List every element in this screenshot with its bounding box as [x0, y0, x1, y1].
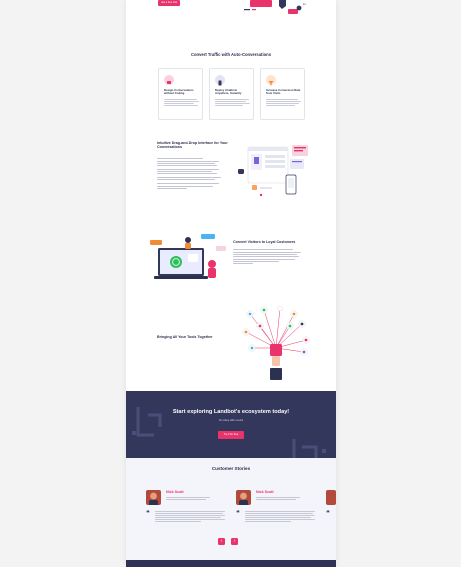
- integrations-section-title: Bringing All Your Tools Together: [157, 335, 213, 339]
- feature-card: Design Conversations without Coding: [158, 68, 203, 120]
- story-card: Nick Scott ❝: [236, 490, 318, 530]
- quote-icon: ❝: [326, 509, 330, 517]
- next-story-button[interactable]: ›: [231, 538, 238, 545]
- prev-story-button[interactable]: ‹: [218, 538, 225, 545]
- avatar: [326, 490, 336, 505]
- quote-icon: ❝: [236, 509, 240, 517]
- feature-card-title: Increase Conversion Rate from Visits: [266, 88, 301, 96]
- avatar: [236, 490, 251, 505]
- hero-free-trial-button[interactable]: Get a free trial: [158, 0, 180, 6]
- story-author-name: Nick Scott: [256, 490, 274, 494]
- feature-card-title: Design Conversations without Coding: [164, 88, 194, 96]
- funnel-icon: [266, 75, 276, 86]
- feature-card-title: Deploy Chatbots Anywhere, Instantly: [215, 88, 242, 96]
- builder-section-title: Intuitive Drag-and-Drop Interface for Yo…: [157, 141, 228, 150]
- story-card: Nick Scott ❝: [146, 490, 228, 530]
- chat-bubble-icon: [164, 75, 174, 85]
- notification-badge: 9+: [303, 3, 306, 6]
- whatsapp-illustration: [148, 232, 228, 284]
- hero-illustration: [238, 0, 308, 18]
- customer-stories-title: Customer Stories: [211, 466, 251, 471]
- cta-band-subtitle: No coding skills needed: [218, 420, 244, 422]
- feature-card: Deploy Chatbots Anywhere, Instantly: [209, 68, 254, 120]
- phone-icon: [215, 75, 225, 86]
- story-author-name: Nick Scott: [166, 490, 184, 494]
- whatsapp-section-title: Convert Visitors to Loyal Customers: [233, 240, 296, 244]
- avatar: [146, 490, 161, 505]
- feature-card: Increase Conversion Rate from Visits: [260, 68, 305, 120]
- builder-illustration: [234, 143, 310, 199]
- landing-page: Get a free trial 9+ Convert Traffic with…: [126, 0, 336, 567]
- try-free-button[interactable]: Try it for free: [218, 431, 244, 439]
- integrations-illustration: [236, 305, 316, 382]
- cta-band: [126, 391, 336, 458]
- story-card-partial: ❝: [326, 490, 336, 530]
- convert-section-title: Convert Traffic with Auto-Conversations: [190, 52, 272, 57]
- cta-band-title: Start exploring Landbot's ecosystem toda…: [172, 409, 290, 415]
- footer: [126, 560, 336, 567]
- quote-icon: ❝: [146, 509, 150, 517]
